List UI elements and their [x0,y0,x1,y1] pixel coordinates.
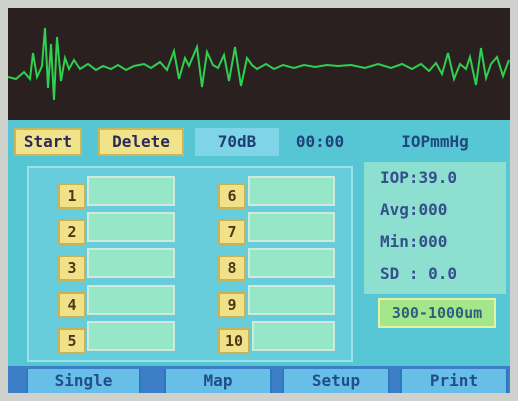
slot-field-7[interactable] [248,212,335,242]
gain-readout: 70dB [195,128,279,156]
waveform-display [8,8,510,120]
min-readout: Min:000 [380,232,448,251]
slot-number-7[interactable]: 7 [218,219,246,245]
iop-readout: IOP:39.0 [380,168,458,187]
slot-number-3[interactable]: 3 [58,255,86,281]
timer-readout: 00:00 [295,132,345,151]
slot-number-8[interactable]: 8 [218,255,246,281]
readouts-box: IOP:39.0 Avg:000 Min:000 SD : 0.0 [364,162,506,294]
bottom-tab-bar: Single Map Setup Print [8,366,510,393]
slot-field-4[interactable] [87,285,175,315]
tab-print[interactable]: Print [400,369,508,393]
slot-field-3[interactable] [87,248,175,278]
slot-number-6[interactable]: 6 [218,183,246,209]
measurement-slots-panel: 1 2 3 4 5 6 7 8 9 10 [27,166,353,362]
waveform-svg [8,27,510,101]
slot-number-4[interactable]: 4 [58,292,86,318]
tab-map[interactable]: Map [164,369,272,393]
tab-setup[interactable]: Setup [282,369,390,393]
device-screen: Start Delete 70dB 00:00 1 2 3 4 5 6 7 8 [8,8,510,393]
slot-number-10[interactable]: 10 [218,328,250,354]
main-panel: Start Delete 70dB 00:00 1 2 3 4 5 6 7 8 [8,120,510,366]
results-panel: IOPmmHg IOP:39.0 Avg:000 Min:000 SD : 0.… [360,120,510,366]
slot-field-2[interactable] [87,212,175,242]
sd-readout: SD : 0.0 [380,264,458,283]
avg-readout: Avg:000 [380,200,448,219]
slot-field-6[interactable] [248,176,335,206]
start-button[interactable]: Start [14,128,82,156]
slot-field-8[interactable] [248,248,335,278]
slot-number-5[interactable]: 5 [58,328,86,354]
tab-single[interactable]: Single [26,369,141,393]
slot-field-9[interactable] [248,285,335,315]
slot-number-1[interactable]: 1 [58,183,86,209]
unit-label: IOPmmHg [401,132,469,151]
range-button[interactable]: 300-1000um [378,298,496,328]
waveform-trace [8,27,510,101]
slot-field-10[interactable] [252,321,335,351]
slot-number-2[interactable]: 2 [58,219,86,245]
delete-button[interactable]: Delete [98,128,184,156]
slot-number-9[interactable]: 9 [218,292,246,318]
slot-field-1[interactable] [87,176,175,206]
slot-field-5[interactable] [87,321,175,351]
